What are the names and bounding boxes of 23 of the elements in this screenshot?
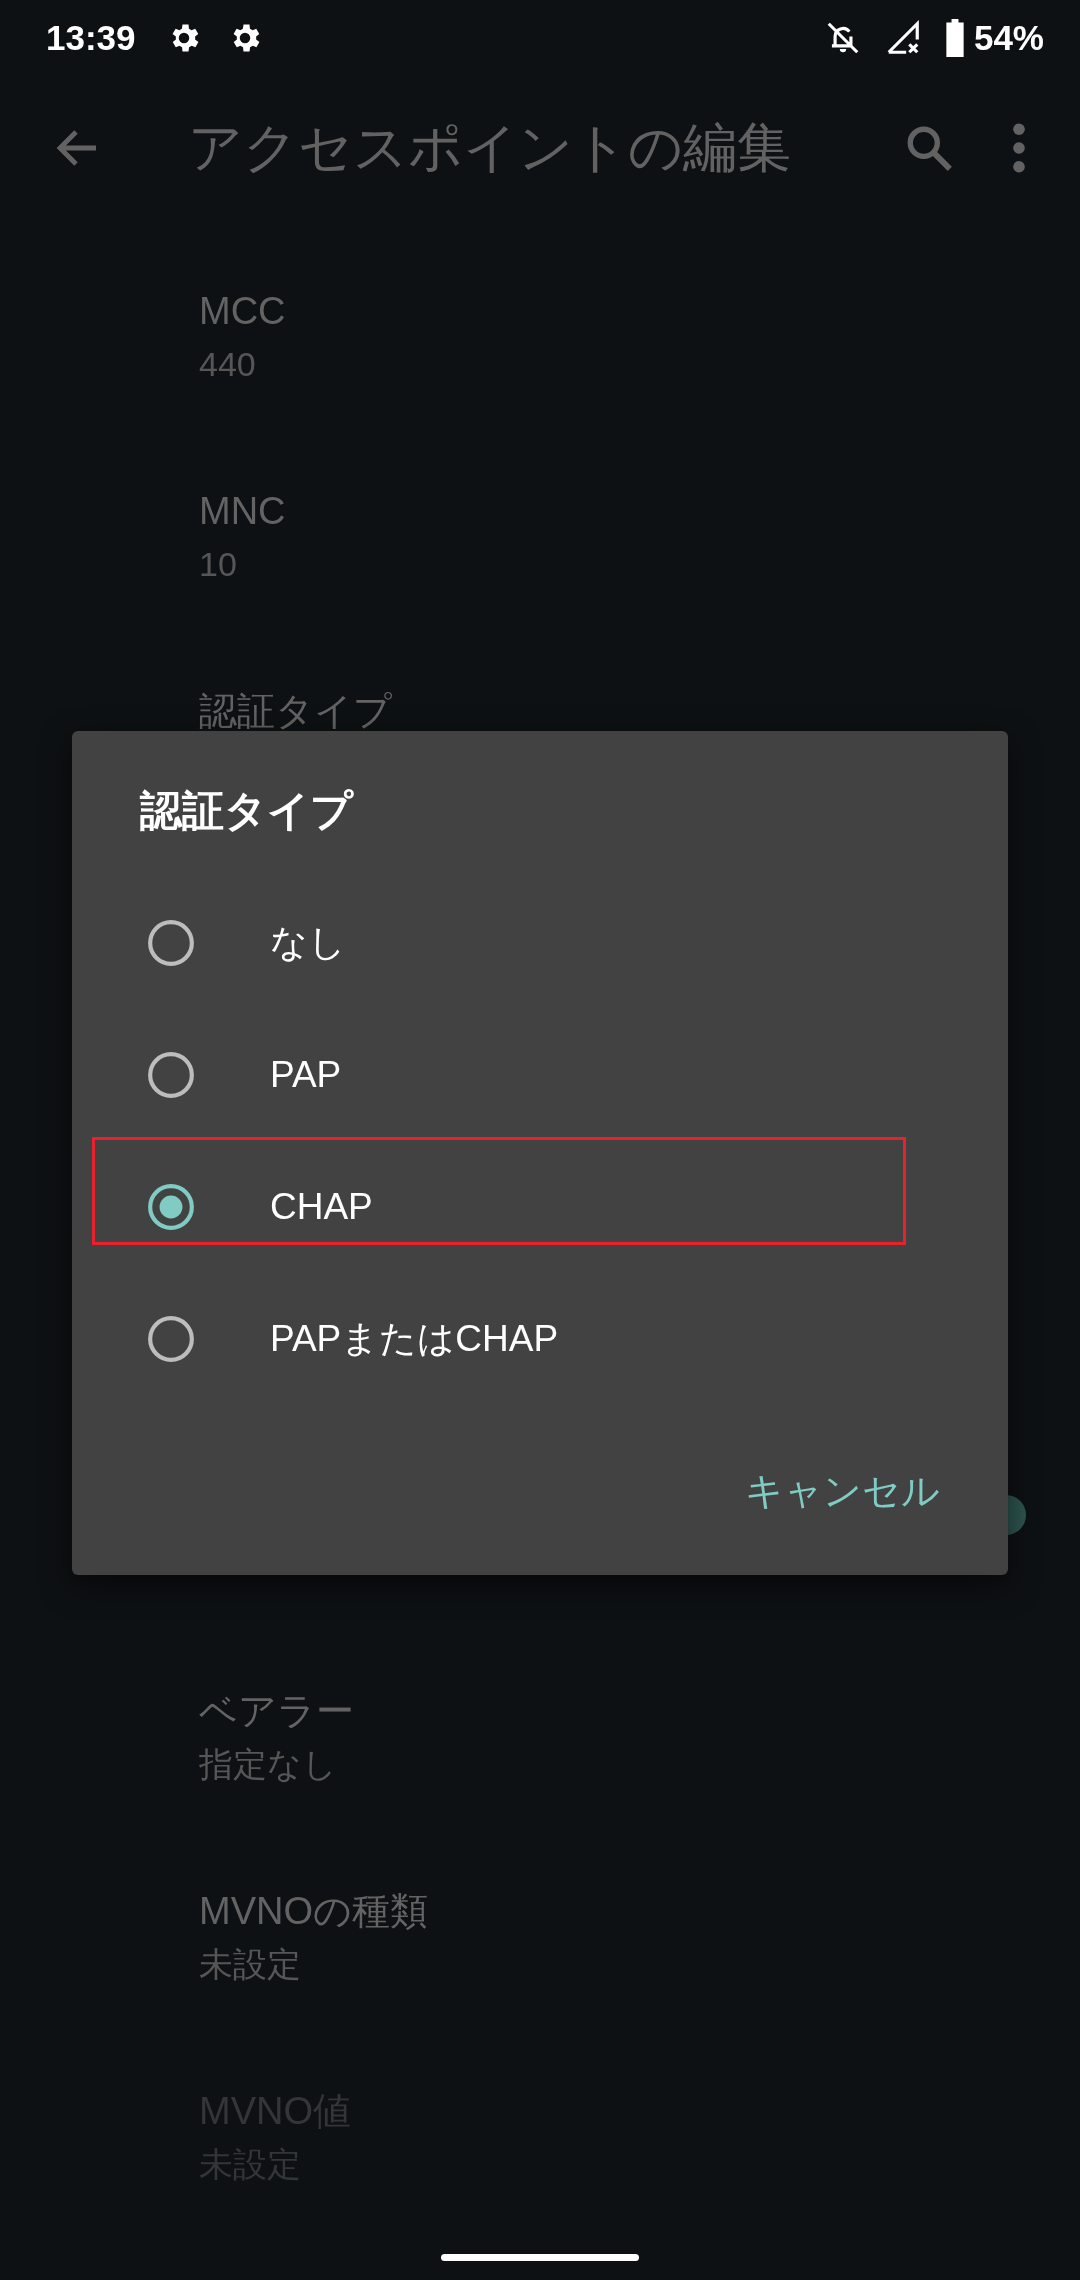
setting-value: 指定なし (199, 1744, 338, 1785)
battery-icon (943, 19, 966, 57)
option-label[interactable]: なし (270, 918, 346, 968)
option-label[interactable]: PAPまたはCHAP (270, 1314, 559, 1364)
radio-button[interactable] (146, 1314, 196, 1364)
clock-time: 13:39 (46, 18, 136, 58)
radio-button[interactable] (146, 1182, 196, 1232)
setting-value: 10 (199, 544, 238, 585)
setting-value: 未設定 (199, 1944, 302, 1985)
dialog-title: 認証タイプ (138, 785, 355, 837)
option-label[interactable]: CHAP (270, 1186, 373, 1228)
setting-title[interactable]: MVNOの種類 (199, 1886, 1080, 1936)
more-options-icon[interactable] (1012, 123, 1026, 173)
screen-title: アクセスポイントの編集 (188, 114, 792, 181)
radio-button[interactable] (146, 1050, 196, 1100)
setting-title[interactable]: MNC (199, 486, 1080, 536)
setting-title[interactable]: MCC (199, 286, 1080, 336)
battery-percentage: 54% (973, 18, 1044, 58)
setting-title[interactable]: ベアラー (199, 1686, 1080, 1736)
option-label[interactable]: PAP (270, 1054, 342, 1096)
radio-button[interactable] (146, 918, 196, 968)
cancel-button[interactable]: キャンセル (745, 1458, 940, 1525)
setting-value: 440 (199, 344, 257, 385)
